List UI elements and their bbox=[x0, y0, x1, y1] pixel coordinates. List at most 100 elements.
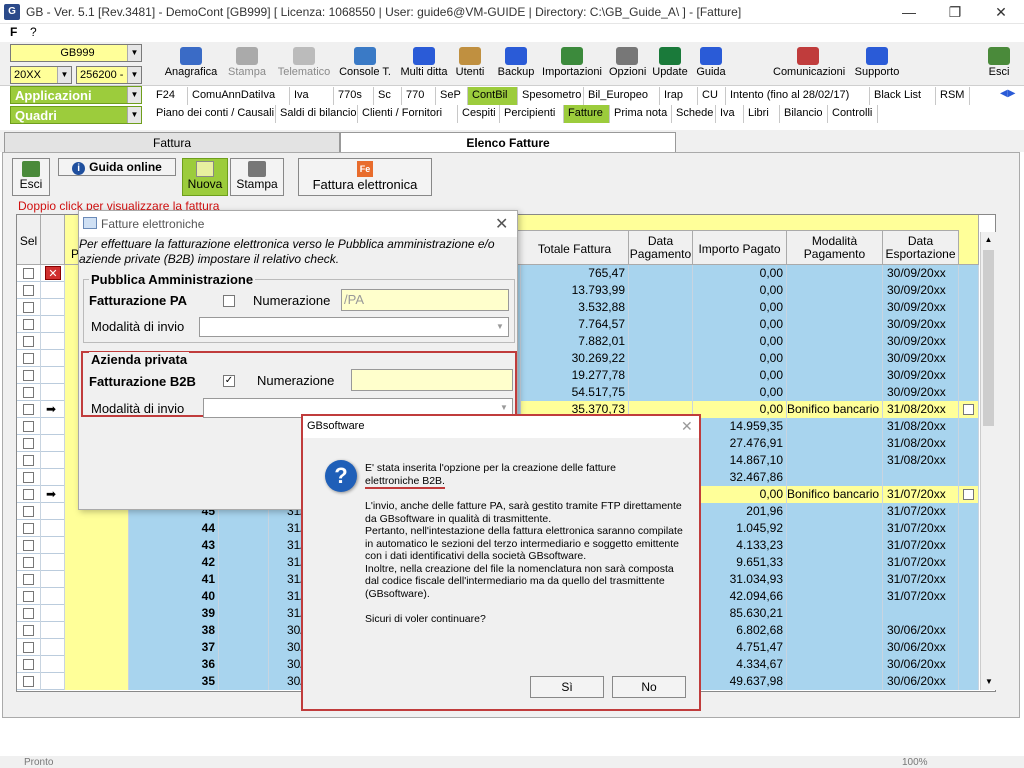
nav-tab-770[interactable]: 770 bbox=[402, 87, 436, 105]
nav-tab-770s[interactable]: 770s bbox=[334, 87, 374, 105]
row-checkbox[interactable] bbox=[23, 421, 34, 432]
row-checkbox[interactable] bbox=[23, 557, 34, 568]
row-checkbox[interactable] bbox=[23, 676, 34, 687]
toolbar-button-opzioni[interactable]: Opzioni bbox=[608, 44, 646, 82]
toolbar-button-multi-ditta[interactable]: Multi ditta bbox=[398, 44, 450, 82]
col-header-flag[interactable] bbox=[41, 215, 65, 265]
nav-tab-comuanndatiiva[interactable]: ComuAnnDatiIva bbox=[188, 87, 290, 105]
pa-checkbox[interactable] bbox=[223, 295, 235, 307]
nav-tab-spesometro[interactable]: Spesometro bbox=[518, 87, 584, 105]
toolbar-button-backup[interactable]: Backup bbox=[496, 44, 536, 82]
pa-numerazione-input[interactable]: /PA bbox=[341, 289, 509, 311]
nav-tab-contbil[interactable]: ContBil bbox=[468, 87, 518, 105]
toolbar-button-stampa[interactable]: Stampa bbox=[224, 44, 270, 82]
nav-tab-sep[interactable]: SeP bbox=[436, 87, 468, 105]
guida-online-button[interactable]: i Guida online bbox=[58, 158, 176, 176]
row-checkbox[interactable] bbox=[23, 608, 34, 619]
toolbar-button-utenti[interactable]: Utenti bbox=[452, 44, 488, 82]
minimize-icon[interactable]: — bbox=[886, 0, 932, 24]
scroll-up-icon[interactable]: ▲ bbox=[981, 232, 996, 248]
nav-tab-schede[interactable]: Schede bbox=[672, 105, 716, 123]
row-checkbox[interactable] bbox=[23, 523, 34, 534]
nav-tab-irap[interactable]: Irap bbox=[660, 87, 698, 105]
nav-tab-bilancio[interactable]: Bilancio bbox=[780, 105, 828, 123]
close-icon[interactable]: ✕ bbox=[495, 214, 508, 234]
nav-tab-fatture[interactable]: Fatture bbox=[564, 105, 610, 123]
company-select[interactable]: GB999 ▼ bbox=[10, 44, 142, 62]
scroll-down-icon[interactable]: ▼ bbox=[981, 674, 997, 690]
row-checkbox[interactable] bbox=[23, 455, 34, 466]
nav-arrows-icon[interactable]: ◀▶ bbox=[1000, 88, 1015, 99]
nav-tab-clienti-fornitori[interactable]: Clienti / Fornitori bbox=[358, 105, 458, 123]
year-select[interactable]: 20XX ▼ bbox=[10, 66, 72, 84]
fattura-elettronica-button[interactable]: Fe Fattura elettronica bbox=[298, 158, 432, 196]
menu-help[interactable]: ? bbox=[30, 25, 37, 39]
nav-tab-saldi-di-bilancio[interactable]: Saldi di bilancio bbox=[276, 105, 358, 123]
row-checkbox[interactable] bbox=[23, 591, 34, 602]
toolbar-button-esci[interactable]: Esci bbox=[984, 44, 1014, 82]
no-button[interactable]: No bbox=[612, 676, 686, 698]
stampa-button[interactable]: Stampa bbox=[230, 158, 284, 196]
menu-file[interactable]: F bbox=[10, 25, 17, 39]
row-checkbox[interactable] bbox=[23, 387, 34, 398]
b2b-numerazione-input[interactable] bbox=[351, 369, 513, 391]
toolbar-button-update[interactable]: Update bbox=[650, 44, 690, 82]
quadri-select[interactable]: Quadri ▼ bbox=[10, 106, 142, 124]
row-checkbox[interactable] bbox=[23, 370, 34, 381]
row-checkbox[interactable] bbox=[23, 438, 34, 449]
toolbar-button-importazioni[interactable]: Importazioni bbox=[540, 44, 604, 82]
row-checkbox[interactable] bbox=[23, 574, 34, 585]
nav-tab-intento-fino-al-28-02-17-[interactable]: Intento (fino al 28/02/17) bbox=[726, 87, 870, 105]
row-checkbox[interactable] bbox=[23, 268, 34, 279]
restore-icon[interactable]: ❐ bbox=[932, 0, 978, 24]
row-extra-checkbox[interactable] bbox=[963, 404, 974, 415]
nav-tab-iva[interactable]: Iva bbox=[716, 105, 744, 123]
toolbar-button-guida[interactable]: Guida bbox=[694, 44, 728, 82]
nav-tab-cu[interactable]: CU bbox=[698, 87, 726, 105]
nav-tab-iva[interactable]: Iva bbox=[290, 87, 334, 105]
row-checkbox[interactable] bbox=[23, 404, 34, 415]
nav-tab-black-list[interactable]: Black List bbox=[870, 87, 936, 105]
row-extra-checkbox[interactable] bbox=[963, 489, 974, 500]
toolbar-button-console-t-[interactable]: Console T. bbox=[336, 44, 394, 82]
b2b-checkbox[interactable]: ✓ bbox=[223, 375, 235, 387]
row-checkbox[interactable] bbox=[23, 319, 34, 330]
row-checkbox[interactable] bbox=[23, 336, 34, 347]
nav-tab-cespiti[interactable]: Cespiti bbox=[458, 105, 500, 123]
row-checkbox[interactable] bbox=[23, 472, 34, 483]
col-header-extra[interactable] bbox=[959, 215, 979, 265]
row-checkbox[interactable] bbox=[23, 625, 34, 636]
nav-tab-prima-nota[interactable]: Prima nota bbox=[610, 105, 672, 123]
row-checkbox[interactable] bbox=[23, 659, 34, 670]
toolbar-button-telematico[interactable]: Telematico bbox=[274, 44, 334, 82]
applicazioni-select[interactable]: Applicazioni ▼ bbox=[10, 86, 142, 104]
row-checkbox[interactable] bbox=[23, 506, 34, 517]
exit-button[interactable]: Esci bbox=[12, 158, 50, 196]
toolbar-button-anagrafica[interactable]: Anagrafica bbox=[160, 44, 222, 82]
nuova-button[interactable]: Nuova bbox=[182, 158, 228, 196]
nav-tab-libri[interactable]: Libri bbox=[744, 105, 780, 123]
toolbar-button-supporto[interactable]: Supporto bbox=[850, 44, 904, 82]
row-checkbox[interactable] bbox=[23, 642, 34, 653]
code-select[interactable]: 256200 - ▼ bbox=[76, 66, 142, 84]
row-checkbox[interactable] bbox=[23, 489, 34, 500]
nav-tab-rsm[interactable]: RSM bbox=[936, 87, 970, 105]
nav-tab-piano-dei-conti-causali[interactable]: Piano dei conti / Causali bbox=[152, 105, 276, 123]
tab-fattura[interactable]: Fattura bbox=[4, 132, 340, 152]
row-checkbox[interactable] bbox=[23, 302, 34, 313]
nav-tab-controlli[interactable]: Controlli bbox=[828, 105, 878, 123]
col-header-sel[interactable]: Sel bbox=[17, 215, 41, 265]
delete-icon[interactable]: ✕ bbox=[45, 266, 61, 280]
nav-tab-percipienti[interactable]: Percipienti bbox=[500, 105, 564, 123]
row-checkbox[interactable] bbox=[23, 353, 34, 364]
nav-tab-bil-europeo[interactable]: Bil_Europeo bbox=[584, 87, 660, 105]
row-checkbox[interactable] bbox=[23, 285, 34, 296]
row-checkbox[interactable] bbox=[23, 540, 34, 551]
scroll-thumb[interactable] bbox=[983, 250, 994, 426]
close-icon[interactable]: ✕ bbox=[681, 418, 693, 435]
close-icon[interactable]: ✕ bbox=[978, 0, 1024, 24]
filter-row[interactable] bbox=[511, 215, 959, 231]
grid-scrollbar[interactable]: ▲ ▼ bbox=[980, 232, 996, 690]
toolbar-button-comunicazioni[interactable]: Comunicazioni bbox=[772, 44, 845, 82]
nav-tab-f24[interactable]: F24 bbox=[152, 87, 188, 105]
